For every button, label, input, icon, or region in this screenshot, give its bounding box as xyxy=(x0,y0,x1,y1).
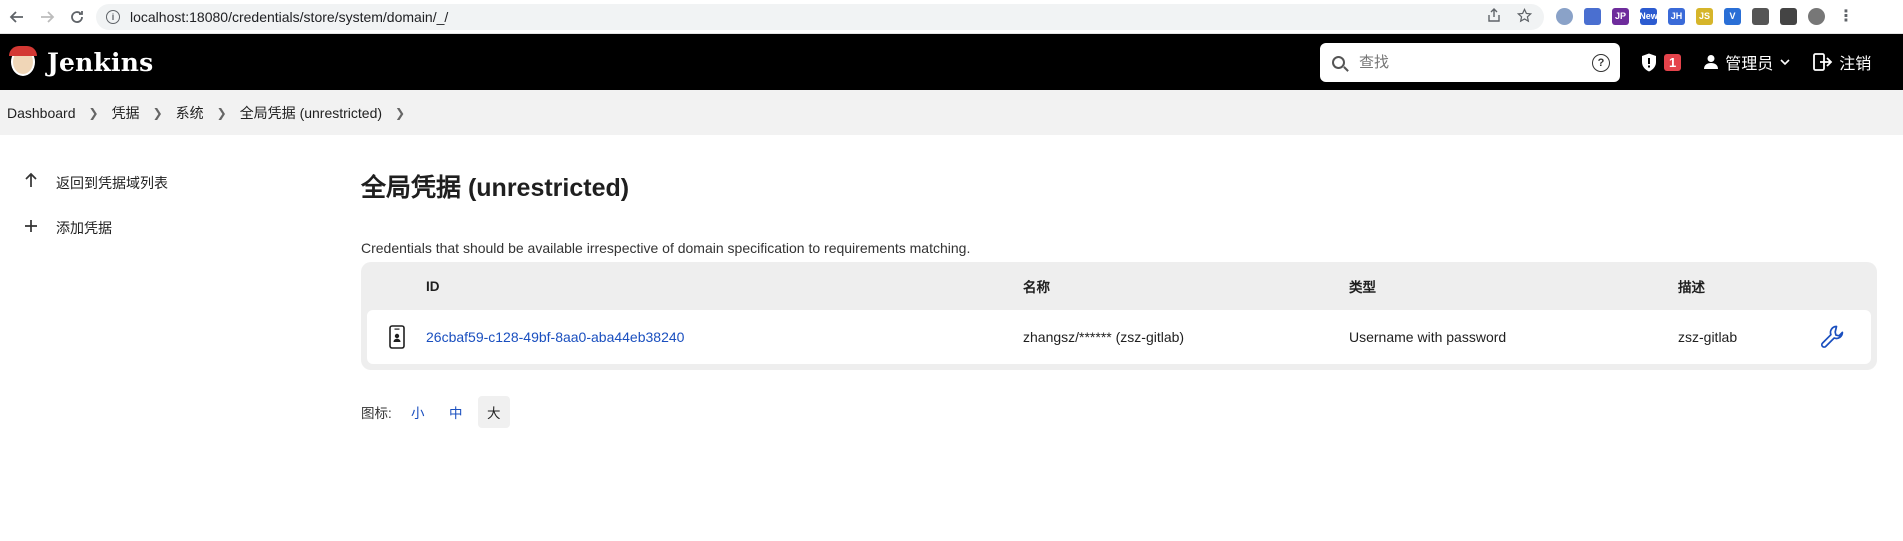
profile-avatar[interactable] xyxy=(1808,7,1825,25)
side-panel: 返回到凭据域列表 添加凭据 xyxy=(0,160,300,250)
breadcrumb-chevron-icon[interactable]: ❯ xyxy=(153,106,163,120)
table-header: ID 名称 类型 描述 xyxy=(367,262,1871,310)
user-name[interactable]: 管理员 xyxy=(1725,50,1773,74)
column-header-type[interactable]: 类型 xyxy=(1349,276,1678,296)
logout-label[interactable]: 注销 xyxy=(1839,50,1871,74)
sidebar-item-add-credentials[interactable]: 添加凭据 xyxy=(0,205,300,250)
help-icon[interactable]: ? xyxy=(1592,54,1610,72)
bookmark-star-icon[interactable] xyxy=(1516,7,1533,26)
icon-size-small[interactable]: 小 xyxy=(402,396,434,428)
new-ext-icon[interactable]: New xyxy=(1639,7,1658,25)
credential-name: zhangsz/****** (zsz-gitlab) xyxy=(1023,329,1185,345)
sidebar-item-label[interactable]: 返回到凭据域列表 xyxy=(56,173,168,193)
circle-ext-icon[interactable] xyxy=(1556,7,1573,25)
forward-arrow-icon[interactable] xyxy=(32,2,62,32)
page-title: 全局凭据 (unrestricted) xyxy=(361,174,630,202)
icon-size-selector: 图标: 小 中 大 xyxy=(361,396,1877,428)
browser-menu-icon[interactable]: ⋮ xyxy=(1838,6,1854,26)
site-info-icon[interactable]: i xyxy=(106,10,120,24)
extensions-bar: JP New JH JS V ⋮ xyxy=(1556,6,1854,26)
user-icon xyxy=(1704,55,1719,69)
credential-type-icon xyxy=(367,325,426,349)
vue-ext-icon[interactable]: V xyxy=(1724,7,1741,25)
breadcrumb-system[interactable]: 系统 xyxy=(176,103,204,123)
security-alert-badge[interactable]: 1 xyxy=(1664,53,1682,71)
search-box[interactable]: ? xyxy=(1320,43,1620,82)
jh-ext-icon[interactable]: JH xyxy=(1668,7,1685,25)
column-header-description[interactable]: 描述 xyxy=(1678,276,1803,296)
icon-size-label: 图标: xyxy=(361,406,392,421)
wrench-icon[interactable] xyxy=(1803,323,1863,351)
back-arrow-icon[interactable] xyxy=(2,2,32,32)
breadcrumb: Dashboard ❯ 凭据 ❯ 系统 ❯ 全局凭据 (unrestricted… xyxy=(0,90,1903,135)
chevron-down-icon[interactable] xyxy=(1779,56,1791,68)
address-bar[interactable]: i localhost:18080/credentials/store/syst… xyxy=(96,4,1544,30)
column-header-id[interactable]: ID xyxy=(426,279,1023,294)
breadcrumb-global-domain[interactable]: 全局凭据 (unrestricted) xyxy=(240,103,382,123)
reload-icon[interactable] xyxy=(62,2,92,32)
sidebar-item-back-to-domains[interactable]: 返回到凭据域列表 xyxy=(0,160,300,205)
breadcrumb-credentials[interactable]: 凭据 xyxy=(112,103,140,123)
sidebar-item-label[interactable]: 添加凭据 xyxy=(56,218,112,238)
js-ext-icon[interactable]: JS xyxy=(1696,7,1713,25)
credential-id-link[interactable]: 26cbaf59-c128-49bf-8aa0-aba44eb38240 xyxy=(426,329,1023,345)
column-header-name[interactable]: 名称 xyxy=(1023,276,1349,296)
icon-size-medium[interactable]: 中 xyxy=(440,396,472,428)
sidepanel-ext-icon[interactable] xyxy=(1780,7,1797,25)
share-icon[interactable] xyxy=(1487,8,1501,26)
user-menu[interactable]: 管理员 xyxy=(1703,50,1791,74)
search-icon xyxy=(1332,56,1345,69)
breadcrumb-chevron-icon[interactable]: ❯ xyxy=(217,106,227,120)
credential-type: Username with password xyxy=(1349,329,1507,345)
compass-ext-icon[interactable] xyxy=(1584,7,1601,25)
breadcrumb-chevron-icon[interactable]: ❯ xyxy=(395,106,405,120)
domain-description: Credentials that should be available irr… xyxy=(361,240,971,256)
jp-ext-icon[interactable]: JP xyxy=(1612,7,1629,25)
security-shield-icon[interactable] xyxy=(1640,52,1658,72)
breadcrumb-chevron-icon[interactable]: ❯ xyxy=(89,106,99,120)
breadcrumb-dashboard[interactable]: Dashboard xyxy=(7,105,76,121)
jenkins-title[interactable]: Jenkins xyxy=(47,48,153,77)
plus-icon xyxy=(22,217,40,238)
jenkins-logo-icon[interactable] xyxy=(7,44,39,80)
table-row: 26cbaf59-c128-49bf-8aa0-aba44eb38240 zha… xyxy=(367,310,1871,364)
jenkins-header: Jenkins ? 1 管理员 注销 xyxy=(0,34,1903,90)
main-panel: 全局凭据 (unrestricted) Credentials that sho… xyxy=(361,160,1877,428)
credentials-table: ID 名称 类型 描述 26cbaf59-c128-49bf-8aa0-aba4… xyxy=(361,262,1877,370)
arrow-up-icon xyxy=(22,172,40,193)
search-input[interactable] xyxy=(1359,54,1579,71)
credential-description: zsz-gitlab xyxy=(1678,329,1738,345)
browser-toolbar: i localhost:18080/credentials/store/syst… xyxy=(0,0,1903,34)
logout-icon xyxy=(1813,53,1833,71)
url-text[interactable]: localhost:18080/credentials/store/system… xyxy=(130,9,448,25)
puzzle-ext-icon[interactable] xyxy=(1752,7,1769,25)
icon-size-large[interactable]: 大 xyxy=(477,396,510,428)
logout-link[interactable]: 注销 xyxy=(1813,50,1871,74)
